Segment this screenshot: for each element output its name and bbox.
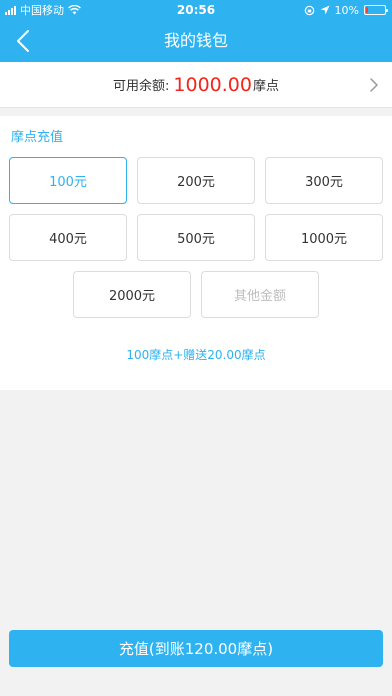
- battery-icon: [364, 5, 388, 15]
- status-bar: 中国移动 20:56 10%: [0, 0, 392, 20]
- chevron-right-icon: [370, 78, 378, 92]
- nav-bar: 我的钱包: [0, 20, 392, 62]
- amount-option-100[interactable]: 100元: [9, 157, 127, 204]
- amount-option-1000[interactable]: 1000元: [265, 214, 383, 261]
- location-arrow-icon: [320, 5, 330, 15]
- balance-label: 可用余额:: [113, 79, 170, 94]
- balance-row[interactable]: 可用余额: 1000.00 摩点: [0, 62, 392, 108]
- bonus-info: 100摩点+赠送20.00摩点: [126, 348, 266, 362]
- wallet-screen: 中国移动 20:56 10% 我的钱包 可用余额: 1000.00 摩点 摩点充…: [0, 0, 392, 696]
- balance-unit: 摩点: [252, 79, 279, 94]
- other-amount-button[interactable]: 其他金额: [201, 271, 319, 318]
- battery-level: [366, 7, 368, 13]
- battery-percent: 10%: [334, 3, 359, 17]
- balance-value: 1000.00: [173, 73, 252, 96]
- amount-option-300[interactable]: 300元: [265, 157, 383, 204]
- section-title: 摩点充值: [11, 130, 64, 145]
- amount-option-2000[interactable]: 2000元: [73, 271, 191, 318]
- page-title: 我的钱包: [163, 31, 228, 50]
- recharge-section: 摩点充值 100元 200元 300元 400元 500元 1000元 2000…: [0, 116, 392, 390]
- amount-option-500[interactable]: 500元: [137, 214, 255, 261]
- status-right: 10%: [304, 0, 388, 20]
- orientation-lock-icon: [304, 5, 314, 15]
- amount-option-400[interactable]: 400元: [9, 214, 127, 261]
- recharge-submit-button[interactable]: 充值(到账120.00摩点): [9, 630, 383, 667]
- amount-option-200[interactable]: 200元: [137, 157, 255, 204]
